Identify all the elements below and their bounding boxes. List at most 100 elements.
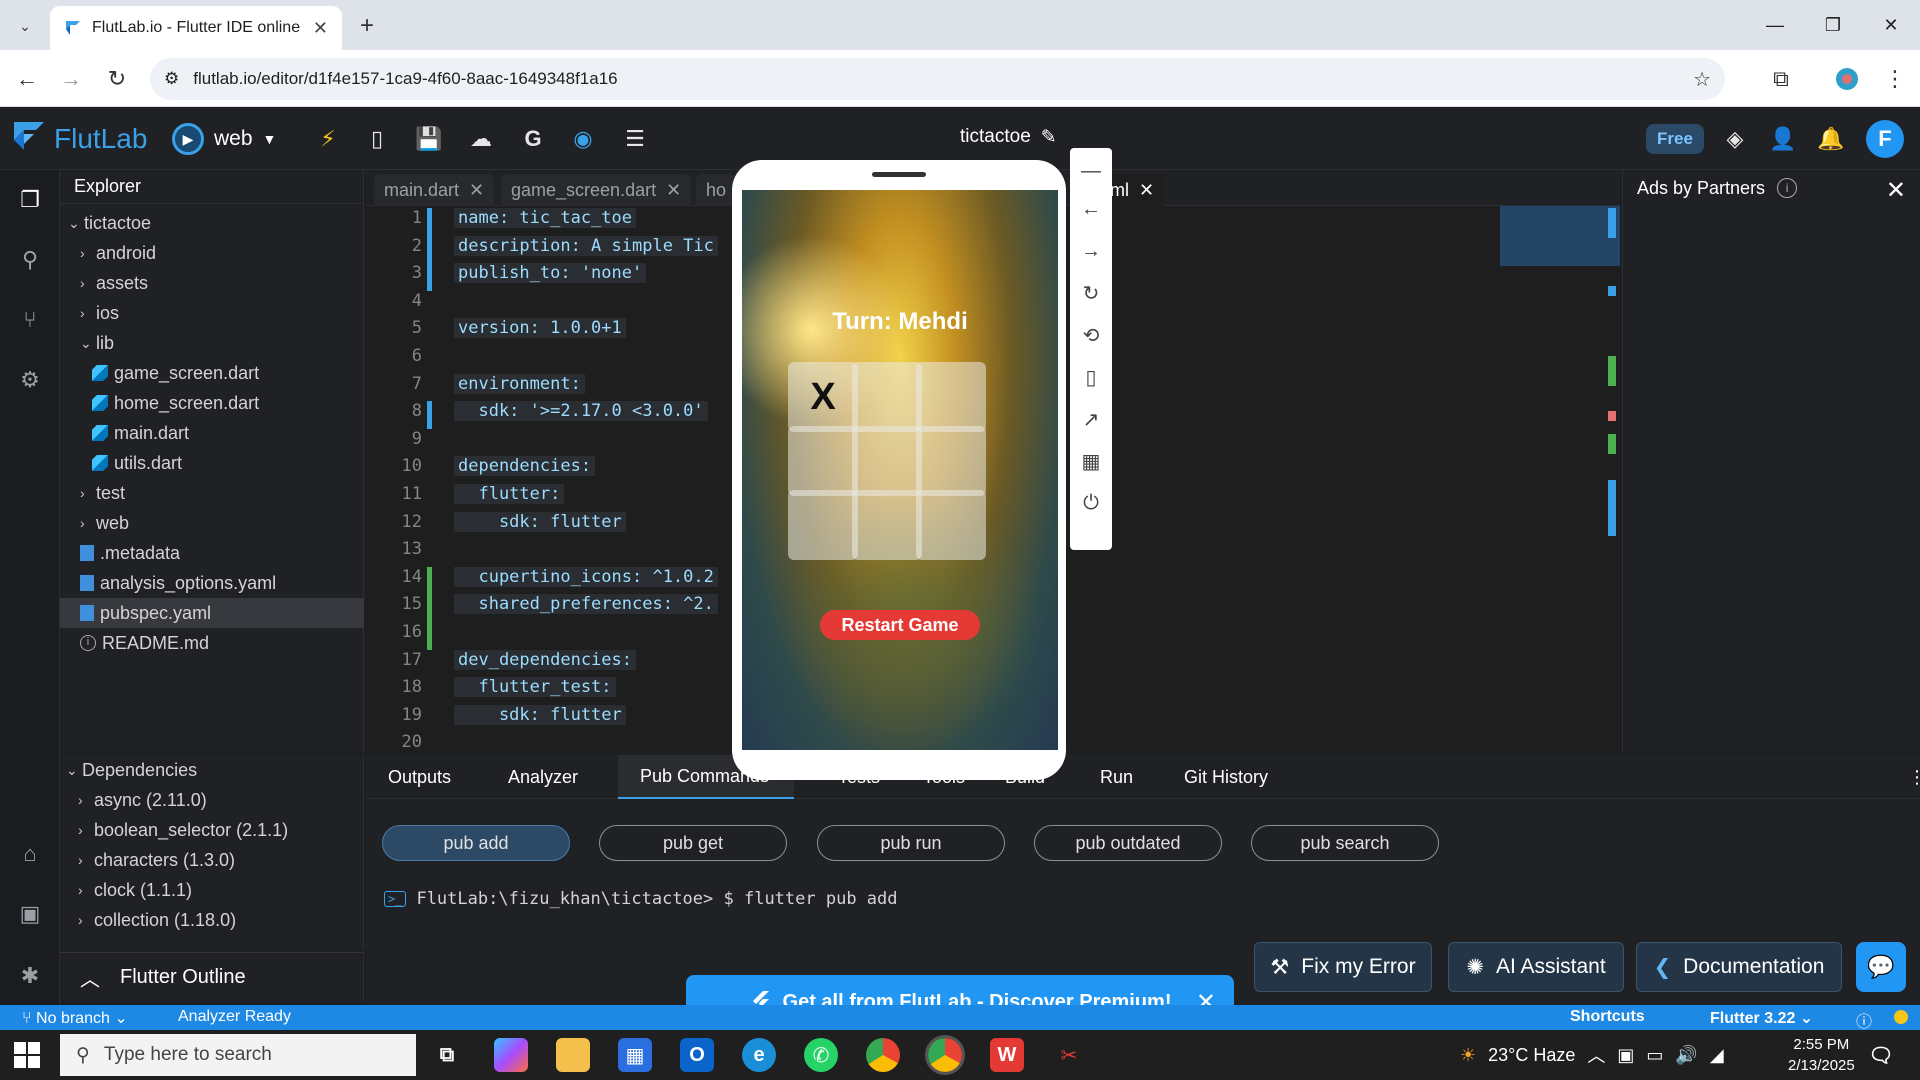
minimap[interactable] (1500, 206, 1620, 266)
board-cell[interactable] (852, 490, 922, 560)
dependency-item[interactable]: › clock (1.1.1) (60, 875, 364, 905)
fix-my-error-button[interactable]: ⚒ Fix my Error (1254, 942, 1432, 992)
editor-tab[interactable]: main.dart ✕ (374, 174, 495, 206)
store-icon[interactable]: ▦ (618, 1038, 652, 1072)
tree-item[interactable]: › assets (60, 268, 364, 298)
dependency-item[interactable]: › characters (1.3.0) (60, 845, 364, 875)
ai-assistant-button[interactable]: ✺ AI Assistant (1448, 942, 1624, 992)
rotate-device-icon[interactable]: ⟲ (1070, 320, 1112, 350)
board-cell[interactable]: X (788, 362, 858, 432)
wps-office-icon[interactable]: W (990, 1038, 1024, 1072)
refresh-icon[interactable]: ↻ (1070, 278, 1112, 308)
layers-icon[interactable]: ◈ (1720, 124, 1750, 154)
board-cell[interactable] (852, 426, 922, 496)
copilot-icon[interactable] (494, 1038, 528, 1072)
tab-run[interactable]: Run (1078, 755, 1155, 799)
tree-item[interactable]: .metadata (60, 538, 364, 568)
branch-indicator[interactable]: ⑂ No branch ⌄ (22, 1008, 128, 1028)
close-ads-icon[interactable]: ✕ (1886, 176, 1906, 205)
add-user-icon[interactable]: 👤 (1768, 124, 1798, 154)
close-window-icon[interactable]: ✕ (1862, 0, 1920, 50)
wifi-icon[interactable]: ◢ (1710, 1045, 1724, 1066)
tree-item[interactable]: i README.md (60, 628, 364, 658)
settings-circle-icon[interactable]: ◉ (568, 124, 598, 154)
info-icon[interactable]: i (1777, 178, 1798, 198)
board-cell[interactable] (916, 490, 986, 560)
forward-arrow-icon[interactable]: → (1070, 236, 1112, 266)
bookmark-star-icon[interactable]: ☆ (1693, 67, 1711, 92)
editor-scrollbar[interactable] (1608, 206, 1616, 752)
run-play-icon[interactable]: ▶ (172, 123, 204, 155)
reload-icon[interactable]: ↻ (102, 64, 132, 94)
close-tab-icon[interactable]: ✕ (666, 180, 681, 201)
flutter-version-selector[interactable]: Flutter 3.22 ⌄ (1710, 1008, 1813, 1028)
hamburger-menu-icon[interactable]: ☰ (620, 124, 650, 154)
pub-add-button[interactable]: pub add (382, 825, 570, 861)
close-tab-icon[interactable]: ✕ (313, 18, 328, 39)
tab-search-chevron-icon[interactable]: ⌄ (10, 12, 40, 40)
board-cell[interactable] (916, 426, 986, 496)
board-cell[interactable] (788, 426, 858, 496)
more-vert-icon[interactable]: ⋮ (1886, 755, 1920, 799)
plan-badge[interactable]: Free (1646, 124, 1704, 154)
whatsapp-icon[interactable]: ✆ (804, 1038, 838, 1072)
tab-analyzer[interactable]: Analyzer (486, 755, 600, 799)
taskbar-search[interactable]: ⚲ Type here to search (60, 1034, 416, 1076)
device-icon[interactable]: ▯ (362, 124, 392, 154)
file-explorer-icon[interactable] (556, 1038, 590, 1072)
open-external-icon[interactable]: ↗ (1070, 404, 1112, 434)
documentation-button[interactable]: ❮ Documentation (1636, 942, 1842, 992)
help-icon[interactable]: ⓘ (1856, 1008, 1872, 1032)
tree-item[interactable]: main.dart (60, 418, 364, 448)
volume-icon[interactable]: 🔊 (1675, 1045, 1697, 1066)
edit-pencil-icon[interactable]: ✎ (1041, 126, 1057, 149)
back-arrow-icon[interactable]: ← (12, 64, 42, 94)
restore-icon[interactable]: ❐ (1804, 0, 1862, 50)
profile-avatar-icon[interactable] (1832, 64, 1862, 94)
weather-text[interactable]: 23°C Haze (1488, 1045, 1575, 1066)
chat-icon[interactable]: 💬 (1856, 942, 1906, 992)
tray-chevron-icon[interactable]: ︿ (1587, 1042, 1605, 1068)
forward-arrow-icon[interactable]: → (56, 64, 86, 94)
dependency-item[interactable]: › async (2.11.0) (60, 785, 364, 815)
address-bar[interactable]: ⚙ flutlab.io/editor/d1f4e157-1ca9-4f60-8… (150, 58, 1725, 100)
taskbar-clock[interactable]: 2:55 PM 2/13/2025 (1788, 1034, 1855, 1076)
outlook-icon[interactable]: O (680, 1038, 714, 1072)
task-view-icon[interactable]: ⧉ (430, 1038, 464, 1072)
dependencies-header[interactable]: ⌄ Dependencies (60, 755, 364, 785)
tree-item[interactable]: › web (60, 508, 364, 538)
device-frame-icon[interactable]: ▯ (1070, 362, 1112, 392)
assets-icon[interactable]: ⌂ (14, 838, 46, 870)
source-control-icon[interactable]: ⑂ (14, 304, 46, 336)
project-title[interactable]: tictactoe ✎ (960, 126, 1057, 149)
new-tab-icon[interactable]: + (352, 12, 382, 40)
tree-item[interactable]: › android (60, 238, 364, 268)
back-arrow-icon[interactable]: ← (1070, 194, 1112, 224)
save-icon[interactable]: 💾 (414, 124, 444, 154)
tree-item[interactable]: ⌄ tictactoe (60, 208, 364, 238)
minimize-icon[interactable]: — (1746, 0, 1804, 50)
dependency-item[interactable]: › boolean_selector (2.1.1) (60, 815, 364, 845)
notifications-icon[interactable]: 🗨 (1864, 1038, 1898, 1072)
cloud-upload-icon[interactable]: ☁ (466, 124, 496, 154)
restart-game-button[interactable]: Restart Game (820, 610, 980, 640)
chrome-active-icon[interactable] (925, 1035, 965, 1075)
power-icon[interactable]: ⏻ (1070, 488, 1112, 518)
tree-item[interactable]: analysis_options.yaml (60, 568, 364, 598)
site-info-icon[interactable]: ⚙ (164, 69, 179, 89)
debug-bug-icon[interactable]: ✱ (14, 960, 46, 992)
browser-tab-flutlab[interactable]: FlutLab.io - Flutter IDE online ✕ (50, 6, 342, 50)
tree-item[interactable]: home_screen.dart (60, 388, 364, 418)
platform-selector[interactable]: ▶ web ▼ (172, 120, 276, 158)
pub-search-button[interactable]: pub search (1251, 825, 1439, 861)
qr-code-icon[interactable]: ▦ (1070, 446, 1112, 476)
flutlab-logo[interactable]: FlutLab (12, 118, 147, 160)
explorer-files-icon[interactable]: ❐ (14, 184, 46, 216)
board-cell[interactable] (852, 362, 922, 432)
tab-git-history[interactable]: Git History (1162, 755, 1290, 799)
editor-tab[interactable]: ho (696, 174, 737, 206)
user-avatar[interactable]: F (1866, 120, 1904, 158)
meet-icon[interactable]: ▣ (1617, 1045, 1634, 1066)
tab-outputs[interactable]: Outputs (366, 755, 473, 799)
edge-icon[interactable]: e (742, 1038, 776, 1072)
